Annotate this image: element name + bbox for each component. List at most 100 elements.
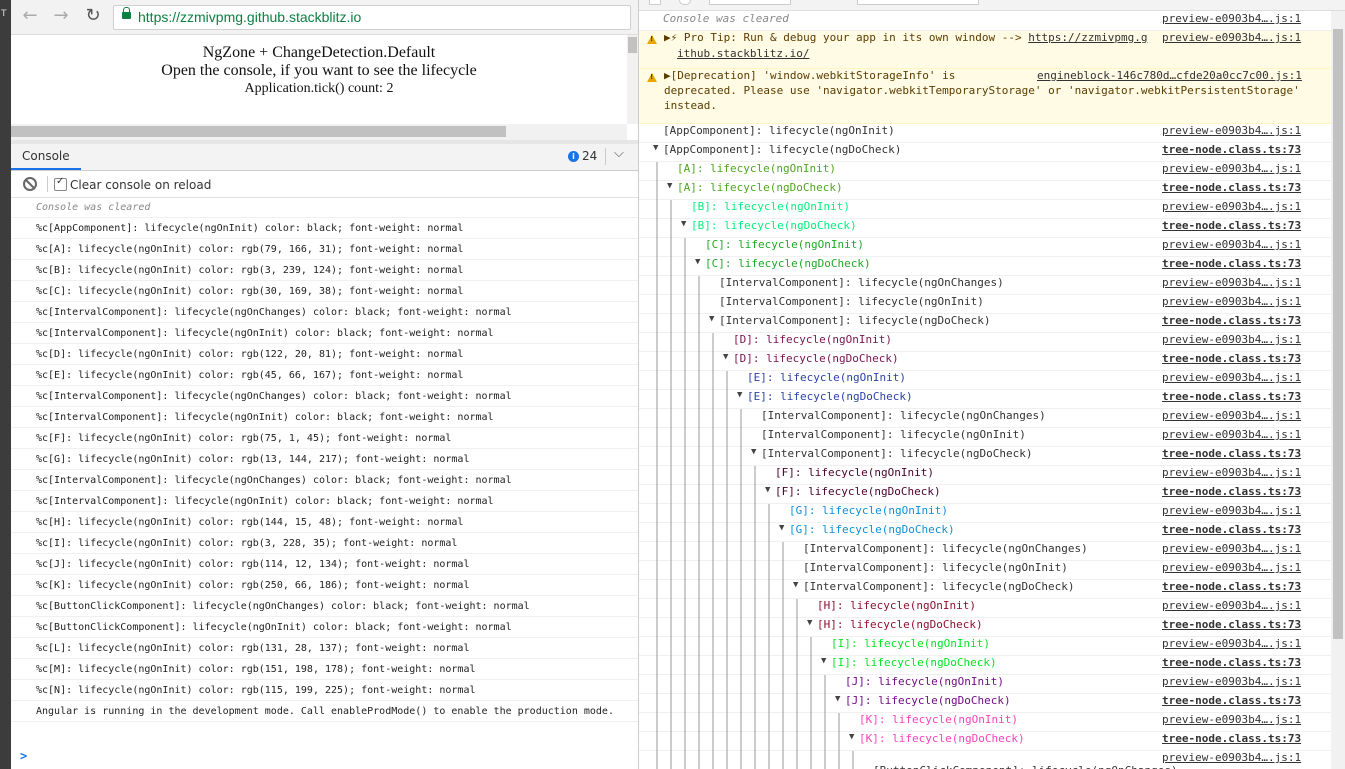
source-link[interactable]: preview-e0903b4….js:1 <box>1162 12 1301 25</box>
source-link[interactable]: tree-node.class.ts:73 <box>1162 485 1301 498</box>
expand-triangle-icon[interactable]: ▼ <box>821 656 826 666</box>
console-group-row[interactable]: ▼ [D]: lifecycle(ngDoCheck) tree-node.clas… <box>639 352 1331 371</box>
source-link[interactable]: preview-e0903b4….js:1 <box>1162 466 1301 479</box>
clear-console-icon[interactable] <box>23 177 37 191</box>
address-bar[interactable]: https://zzmivpmg.github.stackblitz.io <box>113 5 631 30</box>
source-link[interactable]: tree-node.class.ts:73 <box>1162 352 1301 365</box>
expand-triangle-icon[interactable]: ▼ <box>723 352 728 362</box>
source-link[interactable]: preview-e0903b4….js:1 <box>1162 561 1301 574</box>
console-group-row[interactable]: ▼ [J]: lifecycle(ngDoCheck) tree-node.clas… <box>639 694 1331 713</box>
console-group-row[interactable]: ▼ [A]: lifecycle(ngDoCheck) tree-node.clas… <box>639 181 1331 200</box>
source-link[interactable]: tree-node.class.ts:73 <box>1162 181 1301 194</box>
reload-icon[interactable]: ↻ <box>84 7 102 25</box>
source-link[interactable]: tree-node.class.ts:73 <box>1162 656 1301 669</box>
source-link[interactable]: tree-node.class.ts:73 <box>1162 257 1301 270</box>
console-log-row: %c[ButtonClickComponent]: lifecycle(ngOn… <box>11 596 638 617</box>
chevron-down-icon[interactable]: ⌵ <box>614 146 624 161</box>
source-link[interactable]: preview-e0903b4….js:1 <box>1162 276 1301 289</box>
source-link[interactable]: tree-node.class.ts:73 <box>1162 523 1301 536</box>
left-console-log: Console was cleared %c[AppComponent]: li… <box>11 198 638 722</box>
context-select[interactable] <box>709 0 791 5</box>
expand-triangle-icon[interactable]: ▼ <box>695 257 700 267</box>
address-url[interactable]: https://zzmivpmg.github.stackblitz.io <box>138 9 361 25</box>
source-link[interactable]: preview-e0903b4….js:1 <box>1162 295 1301 308</box>
console-log-row: %c[N]: lifecycle(ngOnInit) color: rgb(11… <box>11 680 638 701</box>
scroll-thumb[interactable] <box>1333 29 1343 639</box>
console-group-row[interactable]: ▼ [K]: lifecycle(ngDoCheck) tree-node.clas… <box>639 732 1331 751</box>
scroll-thumb[interactable] <box>11 126 506 137</box>
expand-triangle-icon[interactable]: ▼ <box>807 618 812 628</box>
source-link[interactable]: tree-node.class.ts:73 <box>1162 314 1301 327</box>
source-link[interactable]: preview-e0903b4….js:1 <box>1162 371 1301 384</box>
tab-console[interactable]: Console <box>11 144 81 170</box>
source-link[interactable]: preview-e0903b4….js:1 <box>1162 713 1301 726</box>
console-group-row[interactable]: ▼ [I]: lifecycle(ngDoCheck) tree-node.clas… <box>639 656 1331 675</box>
expand-triangle-icon[interactable]: ▼ <box>681 219 686 229</box>
expand-triangle-icon[interactable]: ▼ <box>793 580 798 590</box>
source-link[interactable]: engineblock-146c780d…cfde20a0cc7c00.js:1 <box>1037 69 1302 82</box>
console-group-row: [ButtonClickComponent]: lifecycle(ngOnCh… <box>639 764 1331 769</box>
deprecation-line2: deprecated. Please use 'navigator.webkit… <box>664 84 1300 97</box>
console-group-row[interactable]: ▼ [C]: lifecycle(ngDoCheck) tree-node.clas… <box>639 257 1331 276</box>
page-vertical-scrollbar[interactable] <box>627 35 638 124</box>
back-icon[interactable]: ← <box>21 7 39 25</box>
console-message: [ButtonClickComponent]: lifecycle(ngOnCh… <box>873 764 1178 769</box>
expand-triangle-icon[interactable]: ▼ <box>751 447 756 457</box>
console-group-row[interactable]: ▼ [H]: lifecycle(ngDoCheck) tree-node.clas… <box>639 618 1331 637</box>
expand-triangle-icon[interactable]: ▼ <box>849 732 854 742</box>
page-horizontal-scrollbar[interactable] <box>11 124 627 140</box>
source-link[interactable]: tree-node.class.ts:73 <box>1162 732 1301 745</box>
forward-icon[interactable]: → <box>52 7 70 25</box>
expand-triangle-icon[interactable]: ▼ <box>765 485 770 495</box>
console-group-row[interactable]: ▼ [B]: lifecycle(ngDoCheck) tree-node.clas… <box>639 219 1331 238</box>
console-group-row[interactable]: ▼ [IntervalComponent]: lifecycle(ngDoChec… <box>639 580 1331 599</box>
source-link[interactable]: preview-e0903b4….js:1 <box>1162 542 1301 555</box>
source-link[interactable]: preview-e0903b4….js:1 <box>1162 637 1301 650</box>
console-group-row[interactable]: ▼ [IntervalComponent]: lifecycle(ngDoChec… <box>639 314 1331 333</box>
console-group-row[interactable]: ▼ [G]: lifecycle(ngDoCheck) tree-node.clas… <box>639 523 1331 542</box>
source-link[interactable]: preview-e0903b4….js:1 <box>1162 238 1301 251</box>
source-link[interactable]: preview-e0903b4….js:1 <box>1162 409 1301 422</box>
console-prompt-icon[interactable]: > <box>20 749 27 763</box>
source-link[interactable]: preview-e0903b4….js:1 <box>1162 31 1301 44</box>
source-link[interactable]: tree-node.class.ts:73 <box>1162 390 1301 403</box>
console-message: [J]: lifecycle(ngOnInit) <box>845 675 1004 688</box>
scroll-thumb[interactable] <box>628 37 637 53</box>
source-link[interactable]: preview-e0903b4….js:1 <box>1162 124 1301 137</box>
source-link[interactable]: preview-e0903b4….js:1 <box>1162 428 1301 441</box>
console-log-row: %c[I]: lifecycle(ngOnInit) color: rgb(3,… <box>11 533 638 554</box>
console-group-row[interactable]: ▼ [F]: lifecycle(ngDoCheck) tree-node.clas… <box>639 485 1331 504</box>
expand-triangle-icon[interactable]: ▼ <box>709 314 714 324</box>
expand-triangle-icon[interactable]: ▼ <box>779 523 784 533</box>
source-link[interactable]: preview-e0903b4….js:1 <box>1162 504 1301 517</box>
source-link[interactable]: tree-node.class.ts:73 <box>1162 447 1301 460</box>
source-link[interactable]: tree-node.class.ts:73 <box>1162 219 1301 232</box>
tip-link-continued[interactable]: ithub.stackblitz.io/ <box>677 47 809 60</box>
source-link[interactable]: tree-node.class.ts:73 <box>1162 694 1301 707</box>
clear-on-reload-checkbox[interactable] <box>54 176 67 191</box>
expand-triangle-icon[interactable]: ▼ <box>653 143 658 153</box>
filter-input[interactable] <box>857 0 979 5</box>
info-count[interactable]: 24 <box>582 149 597 163</box>
console-group-row[interactable]: ▼ [E]: lifecycle(ngDoCheck) tree-node.clas… <box>639 390 1331 409</box>
console-group-row[interactable]: ▼ [IntervalComponent]: lifecycle(ngDoChec… <box>639 447 1331 466</box>
expand-triangle-icon[interactable]: ▼ <box>667 181 672 191</box>
source-link[interactable]: preview-e0903b4….js:1 <box>1162 751 1301 764</box>
expand-triangle-icon[interactable]: ▼ <box>835 694 840 704</box>
source-link[interactable]: tree-node.class.ts:73 <box>1162 143 1301 156</box>
source-link[interactable]: preview-e0903b4….js:1 <box>1162 599 1301 612</box>
source-link[interactable]: tree-node.class.ts:73 <box>1162 580 1301 593</box>
expand-triangle-icon[interactable]: ▼ <box>737 390 742 400</box>
console-group-row[interactable]: ▼ [AppComponent]: lifecycle(ngDoCheck) tre… <box>639 143 1331 162</box>
source-link[interactable]: preview-e0903b4….js:1 <box>1162 162 1301 175</box>
console-vertical-scrollbar[interactable] <box>1331 11 1345 769</box>
console-group-row: [C]: lifecycle(ngOnInit) preview-e0903b4…… <box>639 238 1331 257</box>
source-link[interactable]: preview-e0903b4….js:1 <box>1162 675 1301 688</box>
tip-link[interactable]: https://zzmivpmg.g <box>1028 31 1147 44</box>
source-link[interactable]: preview-e0903b4….js:1 <box>1162 200 1301 213</box>
source-link[interactable]: preview-e0903b4….js:1 <box>1162 333 1301 346</box>
console-message: [IntervalComponent]: lifecycle(ngOnInit) <box>761 428 1026 441</box>
console-group-row: [H]: lifecycle(ngOnInit) preview-e0903b4…… <box>639 599 1331 618</box>
source-link[interactable]: tree-node.class.ts:73 <box>1162 618 1301 631</box>
console-message: [B]: lifecycle(ngOnInit) <box>691 200 850 213</box>
